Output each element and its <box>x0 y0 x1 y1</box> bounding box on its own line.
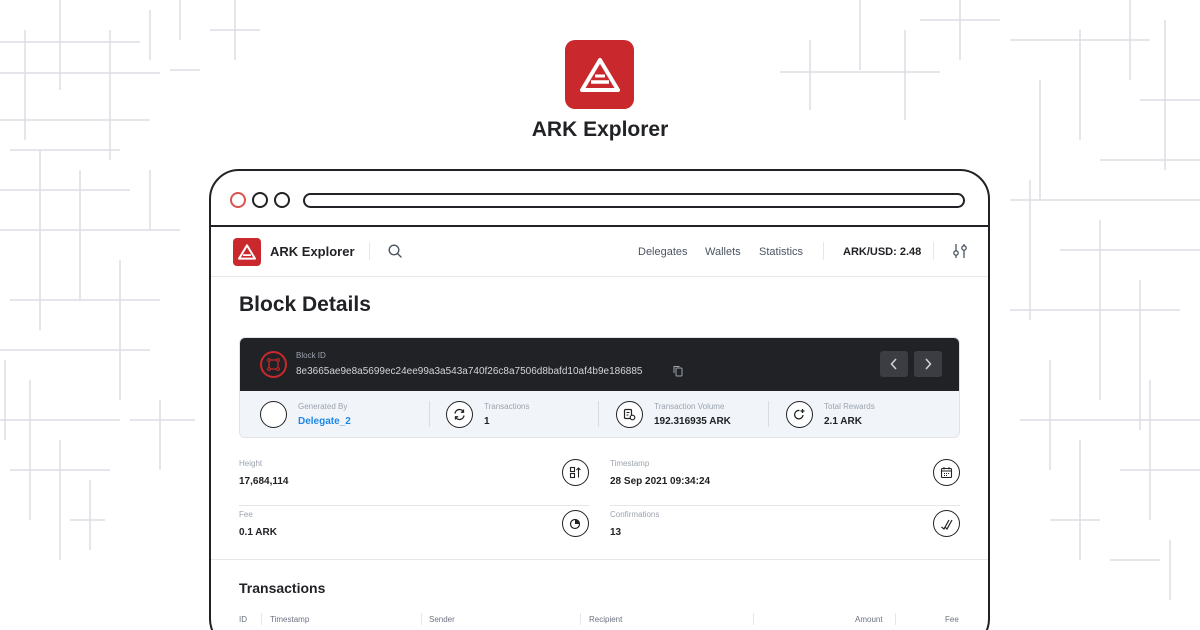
block-icon <box>260 351 287 378</box>
app-title[interactable]: ARK Explorer <box>270 244 355 259</box>
detail-fee: Fee 0.1 ARK <box>239 510 589 560</box>
calendar-icon <box>933 459 960 486</box>
rewards-icon <box>786 401 813 428</box>
nav-link-statistics[interactable]: Statistics <box>759 246 803 258</box>
detail-label: Confirmations <box>610 510 660 519</box>
column-divider <box>421 613 422 625</box>
detail-value: 13 <box>610 527 622 538</box>
chevron-left-icon <box>890 358 897 370</box>
refresh-icon <box>446 401 473 428</box>
stat-divider <box>768 401 769 427</box>
detail-value: 0.1 ARK <box>239 527 277 538</box>
nav-divider <box>933 242 934 260</box>
column-header-timestamp[interactable]: Timestamp <box>270 615 309 624</box>
detail-label: Timestamp <box>610 459 650 468</box>
window-maximize-dot <box>274 192 290 208</box>
detail-divider <box>610 505 960 506</box>
detail-height: Height 17,684,114 <box>239 459 589 509</box>
settings-icon[interactable] <box>952 242 968 260</box>
stat-value: 1 <box>484 416 490 427</box>
search-icon[interactable] <box>387 243 403 259</box>
stat-value: 192.316935 ARK <box>654 416 731 427</box>
app-navbar: ARK Explorer Delegates Wallets Statistic… <box>211 227 988 277</box>
block-id-label: Block ID <box>296 351 326 360</box>
nav-divider <box>369 242 370 260</box>
fee-icon <box>562 510 589 537</box>
column-header-recipient[interactable]: Recipient <box>589 615 622 624</box>
brand-title: ARK Explorer <box>531 118 669 141</box>
detail-timestamp: Timestamp 28 Sep 2021 09:34:24 <box>610 459 960 509</box>
transactions-title: Transactions <box>239 580 326 596</box>
stat-divider <box>598 401 599 427</box>
block-stats: Generated By Delegate_2 Transactions 1 T… <box>240 391 959 437</box>
block-id-header: Block ID 8e3665ae9e8a5699ec24ee99a3a543a… <box>240 338 959 391</box>
previous-block-button[interactable] <box>880 351 908 377</box>
column-header-id[interactable]: ID <box>239 615 247 624</box>
browser-toolbar <box>211 171 988 227</box>
stat-label: Transaction Volume <box>654 402 725 411</box>
detail-value: 28 Sep 2021 09:34:24 <box>610 476 711 487</box>
price-ticker: ARK/USD: 2.48 <box>843 246 922 258</box>
section-divider <box>211 559 988 560</box>
column-divider <box>580 613 581 625</box>
window-minimize-dot <box>252 192 268 208</box>
chevron-right-icon <box>925 358 932 370</box>
window-close-dot <box>230 192 246 208</box>
column-divider <box>261 613 262 625</box>
ark-logo-icon[interactable] <box>233 238 261 266</box>
height-icon <box>562 459 589 486</box>
nav-link-wallets[interactable]: Wallets <box>705 246 741 258</box>
detail-divider <box>239 505 589 506</box>
column-header-fee[interactable]: Fee <box>945 615 959 624</box>
stat-label: Transactions <box>484 402 530 411</box>
stat-label: Total Rewards <box>824 402 875 411</box>
detail-label: Fee <box>239 510 253 519</box>
delegate-avatar <box>260 401 287 428</box>
next-block-button[interactable] <box>914 351 942 377</box>
confirmations-icon <box>933 510 960 537</box>
column-divider <box>895 613 896 625</box>
stat-value: 2.1 ARK <box>824 416 862 427</box>
stat-label: Generated By <box>298 402 348 411</box>
block-card: Block ID 8e3665ae9e8a5699ec24ee99a3a543a… <box>239 337 960 438</box>
stat-divider <box>429 401 430 427</box>
ark-logo-icon <box>565 40 634 109</box>
block-id-value: 8e3665ae9e8a5699ec24ee99a3a543a740f26c8a… <box>296 366 643 377</box>
detail-value: 17,684,114 <box>239 476 289 487</box>
column-divider <box>753 613 754 625</box>
browser-frame: ARK Explorer Delegates Wallets Statistic… <box>209 169 990 630</box>
detail-confirmations: Confirmations 13 <box>610 510 960 560</box>
page-title: Block Details <box>239 293 371 316</box>
detail-label: Height <box>239 459 263 468</box>
delegate-link[interactable]: Delegate_2 <box>298 416 351 427</box>
nav-divider <box>823 242 824 260</box>
column-header-amount[interactable]: Amount <box>855 615 883 624</box>
copy-icon[interactable] <box>673 365 683 377</box>
volume-icon <box>616 401 643 428</box>
column-header-sender[interactable]: Sender <box>429 615 455 624</box>
address-bar <box>303 193 965 208</box>
nav-link-delegates[interactable]: Delegates <box>638 246 688 258</box>
